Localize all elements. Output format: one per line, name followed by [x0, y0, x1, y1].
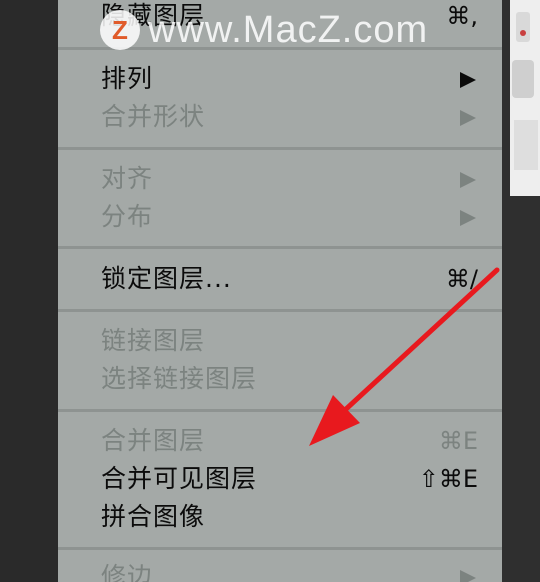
- menu-item-combine-shapes[interactable]: 合并形状: [58, 98, 502, 136]
- submenu-arrow-icon: [460, 110, 476, 126]
- menu-item-label: 合并可见图层: [101, 464, 258, 493]
- watermark-text: www.MacZ.com: [148, 8, 429, 51]
- menu-item-select-linked-layers[interactable]: 选择链接图层: [58, 360, 502, 398]
- menu-separator: [58, 547, 502, 550]
- submenu-arrow-icon: [460, 210, 476, 226]
- menu-item-label: 锁定图层...: [101, 264, 232, 293]
- menu-item-merge-layers[interactable]: 合并图层 ⌘E: [58, 422, 502, 460]
- submenu-arrow-icon: [460, 172, 476, 188]
- menu-item-label: 排列: [101, 64, 154, 93]
- menu-item-matting[interactable]: 修边: [58, 558, 502, 582]
- macz-watermark: Z www.MacZ.com: [100, 8, 428, 52]
- menu-item-label: 合并形状: [101, 102, 206, 131]
- canvas-image-preview: [510, 0, 540, 196]
- canvas-background-left: [0, 0, 58, 582]
- submenu-arrow-icon: [460, 570, 476, 582]
- menu-separator: [58, 147, 502, 150]
- menu-item-align[interactable]: 对齐: [58, 160, 502, 198]
- menu-item-label: 合并图层: [101, 426, 206, 455]
- menu-item-flatten-image[interactable]: 拼合图像: [58, 498, 502, 536]
- menu-item-distribute[interactable]: 分布: [58, 198, 502, 236]
- menu-item-shortcut: ⌘/: [445, 265, 478, 293]
- menu-item-label: 修边: [101, 562, 154, 582]
- menu-item-label: 链接图层: [101, 326, 206, 355]
- menu-item-merge-visible[interactable]: 合并可见图层 ⇧⌘E: [58, 460, 502, 498]
- menu-separator: [58, 309, 502, 312]
- menu-item-label: 分布: [101, 202, 154, 231]
- menu-item-lock-layers[interactable]: 锁定图层... ⌘/: [58, 260, 502, 298]
- menu-item-shortcut: ⌘,: [446, 2, 478, 30]
- logo-letter: Z: [112, 14, 128, 45]
- menu-item-shortcut: ⌘E: [438, 427, 478, 455]
- submenu-arrow-icon: [460, 72, 476, 88]
- menu-separator: [58, 409, 502, 412]
- layer-menu: 隐藏图层 ⌘, 排列 合并形状 对齐 分布 锁定图层... ⌘/ 链接图层 选择…: [58, 0, 502, 582]
- menu-item-link-layers[interactable]: 链接图层: [58, 322, 502, 360]
- menu-item-arrange[interactable]: 排列: [58, 60, 502, 98]
- menu-item-label: 拼合图像: [101, 502, 206, 531]
- menu-item-shortcut: ⇧⌘E: [418, 465, 478, 493]
- menu-item-label: 对齐: [101, 164, 154, 193]
- macz-logo-icon: Z: [100, 10, 140, 50]
- menu-item-label: 选择链接图层: [101, 364, 258, 393]
- screenshot: 隐藏图层 ⌘, 排列 合并形状 对齐 分布 锁定图层... ⌘/ 链接图层 选择…: [0, 0, 540, 582]
- menu-separator: [58, 246, 502, 249]
